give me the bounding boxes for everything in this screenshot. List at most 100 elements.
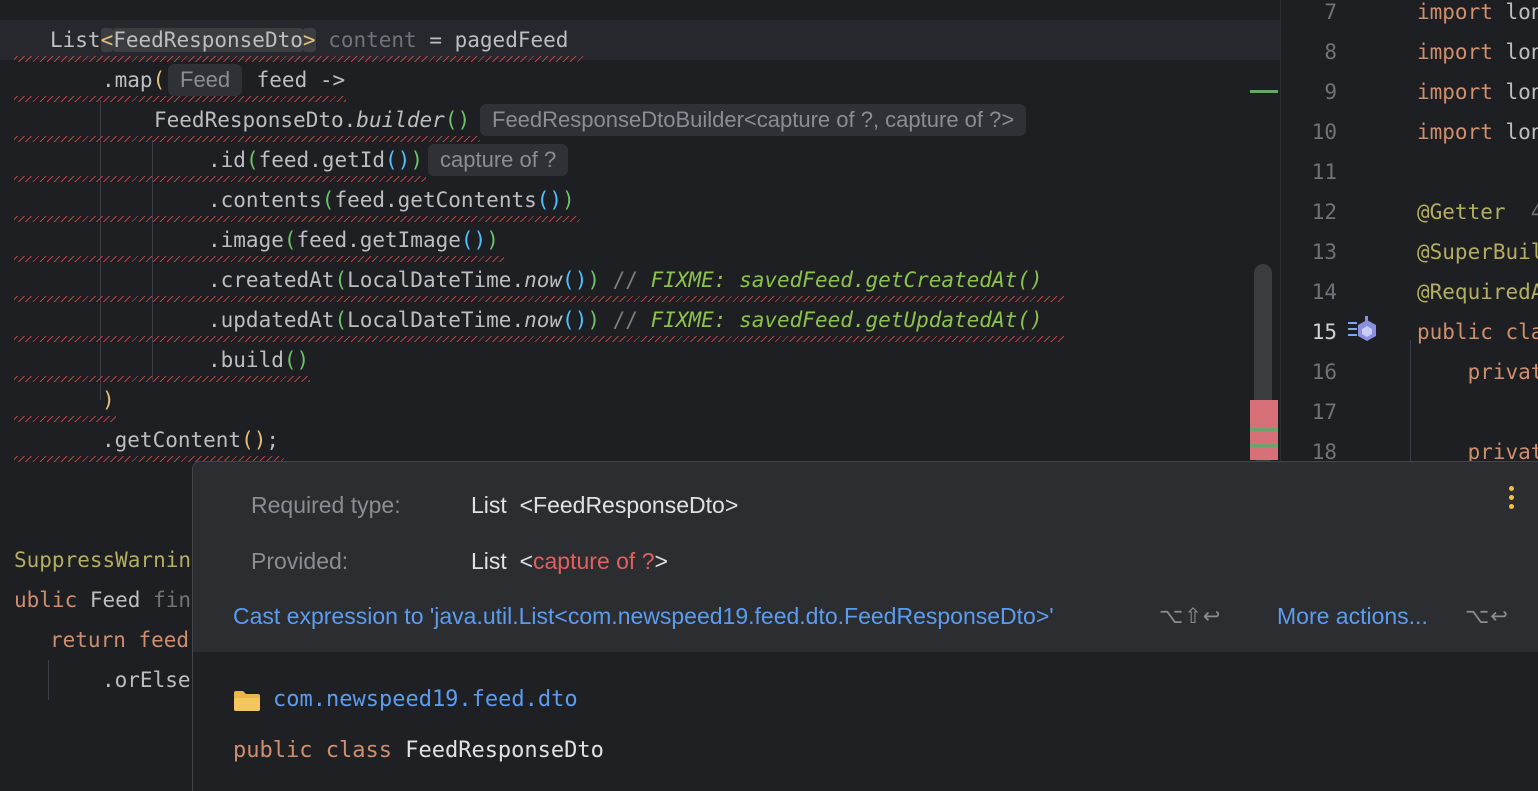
code-token: feed <box>125 628 190 652</box>
code-token: SuppressWarnin <box>14 548 192 572</box>
indent-guide <box>1410 340 1411 470</box>
code-token: // <box>600 268 651 292</box>
line-number: 9 <box>1324 80 1337 104</box>
spring-bean-icon[interactable] <box>1348 316 1378 344</box>
code-token: 4 <box>1506 200 1538 224</box>
provided-type-value: List <capture of ?> <box>471 548 668 574</box>
code-line: SuppressWarnin <box>14 540 191 580</box>
inlay-hint-builder-type: FeedResponseDtoBuilder<capture of ?, cap… <box>480 104 1027 136</box>
required-type-label: Required type: <box>251 492 401 518</box>
error-underline <box>14 136 480 142</box>
code-token: .image <box>208 228 284 252</box>
indent-guide <box>48 660 49 700</box>
line-number: 8 <box>1324 40 1337 64</box>
change-marker <box>1250 90 1278 93</box>
provided-type-label: Provided: <box>251 548 349 574</box>
code-token: import <box>1417 80 1493 104</box>
code-line: .updatedAt(LocalDateTime.now()) // FIXME… <box>208 300 1043 340</box>
code-token: ) <box>562 188 575 212</box>
code-token: feed.getId <box>258 148 386 172</box>
error-underline <box>14 256 504 262</box>
code-token: @Getter <box>1417 200 1506 224</box>
line-number: 11 <box>1311 160 1337 184</box>
code-token: ) <box>102 388 115 412</box>
error-underline <box>14 416 116 422</box>
code-line: .image(feed.getImage()) <box>208 220 499 260</box>
code-token: FeedResponseDto. <box>154 108 357 132</box>
code-token: ) <box>587 308 600 332</box>
code-token: .id <box>208 148 246 172</box>
code-token: .contents <box>208 188 322 212</box>
more-actions-shortcut: ⌥↩ <box>1465 605 1509 628</box>
code-token: ( <box>245 148 259 172</box>
code-token: import <box>1417 120 1493 144</box>
code-token: now <box>524 268 563 292</box>
code-token: () <box>241 428 267 452</box>
code-token: @RequiredA <box>1417 280 1538 304</box>
line-number: 10 <box>1311 120 1337 144</box>
code-line: privat <box>1417 352 1538 392</box>
code-token: privat <box>1417 360 1538 384</box>
code-line: @Getter 4 <box>1417 192 1538 232</box>
code-token: public <box>1417 320 1493 344</box>
code-token: .orElse <box>102 668 191 692</box>
code-line: import lon <box>1417 32 1538 72</box>
code-line: ublic Feed fin <box>14 580 191 620</box>
more-options-icon[interactable] <box>1509 486 1515 512</box>
popup-header: Required type: List <FeedResponseDto> Pr… <box>193 462 1538 652</box>
code-token: List <box>50 28 101 52</box>
error-underline <box>14 376 310 382</box>
code-token: .map <box>102 68 153 92</box>
code-token: .getContent <box>102 428 242 452</box>
code-token: feed.getImage <box>296 228 461 252</box>
code-token: = pagedFeed <box>416 28 569 52</box>
code-token: () <box>283 348 310 372</box>
code-line: List<FeedResponseDto> content = pagedFee… <box>50 20 568 60</box>
code-token: ( <box>334 268 348 292</box>
code-token: @SuperBuil <box>1417 240 1538 264</box>
code-token: cla <box>1505 320 1538 344</box>
indent-guide <box>100 100 101 400</box>
code-token: () <box>460 228 487 252</box>
code-token: .build <box>208 348 284 372</box>
change-marker <box>1250 428 1278 431</box>
code-token: .createdAt <box>208 268 335 292</box>
lambda-param: feed -> <box>244 68 346 92</box>
package-link[interactable]: com.newspeed19.feed.dto <box>273 684 578 716</box>
code-token: ) <box>587 268 600 292</box>
code-token: // <box>600 308 651 332</box>
code-line: ) <box>102 380 115 420</box>
code-token: ; <box>266 428 280 452</box>
code-line: FeedResponseDto.builder() <box>154 100 470 140</box>
error-underline <box>14 216 580 222</box>
code-line: import lon <box>1417 112 1538 152</box>
code-line: .id(feed.getId()) <box>208 140 423 180</box>
more-actions-link[interactable]: More actions... <box>1277 603 1428 630</box>
code-token: ( <box>283 228 297 252</box>
inlay-hint-id-type: capture of ? <box>428 144 569 176</box>
code-token: FeedResponseDto <box>113 28 303 52</box>
line-number: 12 <box>1311 200 1337 224</box>
code-line: @SuperBuil <box>1417 232 1538 272</box>
code-token: LocalDateTime. <box>347 268 525 292</box>
class-declaration: public class FeedResponseDto <box>233 738 604 763</box>
code-line: .orElse <box>102 660 191 700</box>
code-token: lon <box>1505 80 1538 104</box>
code-token: ( <box>321 188 335 212</box>
folder-icon <box>234 691 260 711</box>
code-token: now <box>524 308 563 332</box>
code-line: import lon <box>1417 0 1538 32</box>
code-line: @RequiredA <box>1417 272 1538 312</box>
code-line: .build() <box>208 340 309 380</box>
line-number: 17 <box>1311 400 1337 424</box>
change-marker <box>1250 444 1278 447</box>
code-line: public cla <box>1417 312 1538 352</box>
cast-expression-action[interactable]: Cast expression to 'java.util.List<com.n… <box>233 603 1054 630</box>
code-token: > <box>302 28 316 52</box>
type-mismatch-popup: Required type: List <FeedResponseDto> Pr… <box>192 461 1538 791</box>
code-line: .contents(feed.getContents()) <box>208 180 575 220</box>
code-line: import lon <box>1417 72 1538 112</box>
code-token: < <box>100 28 114 52</box>
code-token: FIXME: savedFeed.getUpdatedAt() <box>650 308 1043 332</box>
error-underline <box>14 296 1064 302</box>
